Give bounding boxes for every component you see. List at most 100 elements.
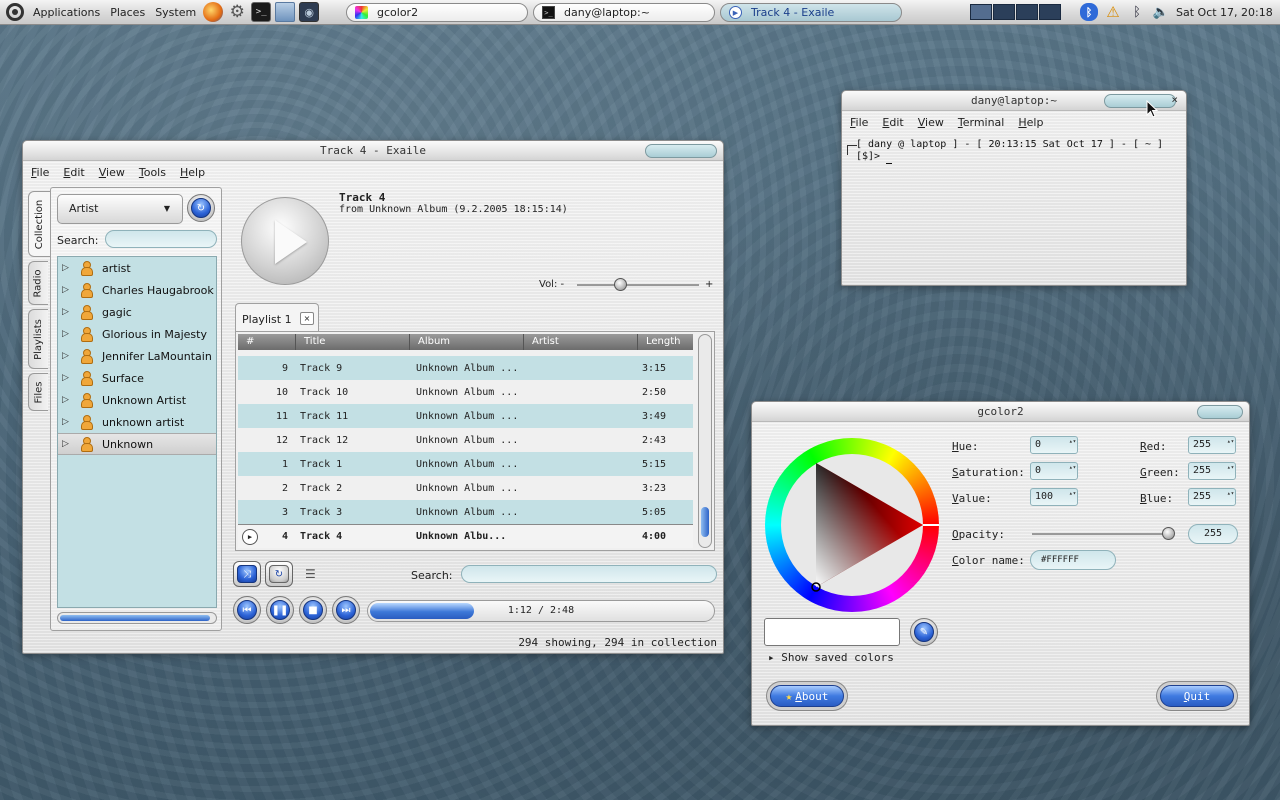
tab-radio[interactable]: Radio [28,261,48,305]
terminal-icon[interactable]: >_ [251,2,272,22]
track-progress-bar[interactable]: 1:12 / 2:48 [367,600,715,622]
tab-playlists[interactable]: Playlists [28,309,48,369]
expander-arrow-icon[interactable]: ▷ [62,373,76,383]
window-controls[interactable] [1197,405,1243,419]
folder-icon[interactable] [275,2,296,22]
workspace-2[interactable] [993,4,1015,20]
collection-mode-select[interactable]: Artist ▼ [57,194,183,224]
expander-arrow-icon[interactable]: ▷ [62,395,76,405]
expander-arrow-icon[interactable]: ▷ [62,285,76,295]
menu-tools[interactable]: Tools [139,166,166,179]
column-artist[interactable]: Artist [524,334,638,350]
close-icon[interactable]: × [1171,94,1178,106]
column-number[interactable]: # [238,334,296,350]
menu-terminal[interactable]: Terminal [958,116,1005,129]
applications-menu[interactable]: Applications [28,0,105,25]
blue-spinner[interactable]: 255 [1188,488,1236,506]
bluetooth-icon[interactable]: ᛒ [1080,3,1098,21]
playlist-row[interactable]: 2 Track 2 Unknown Album ... 3:23 [238,476,693,500]
volume-knob[interactable] [613,278,627,291]
playlist-row[interactable]: 1 Track 1 Unknown Album ... 5:15 [238,452,693,476]
album-cover-play-icon[interactable] [241,197,329,285]
tree-item[interactable]: ▷ unknown artist [58,411,216,433]
playlist-row[interactable]: 12 Track 12 Unknown Album ... 2:43 [238,428,693,452]
scrollbar-thumb[interactable] [60,615,210,621]
bluetooth-applet-icon[interactable]: ᛒ [1128,3,1146,21]
task-exaile[interactable]: ▶ Track 4 - Exaile [720,3,902,22]
next-button[interactable]: ⏭ [332,596,360,624]
tree-item[interactable]: ▷ Charles Haugabrook [58,279,216,301]
ubuntu-logo-icon[interactable] [6,3,24,21]
hue-spinner[interactable]: 0 [1030,436,1078,454]
volume-slider[interactable] [577,284,699,286]
window-controls[interactable] [1104,94,1176,108]
vertical-scrollbar[interactable] [698,334,712,548]
menu-edit[interactable]: Edit [882,116,903,129]
menu-view[interactable]: View [99,166,125,179]
saturation-spinner[interactable]: 0 [1030,462,1078,480]
task-terminal[interactable]: >_ dany@laptop:~ [533,3,715,22]
colorname-input[interactable]: #FFFFFF [1030,550,1116,570]
playlist-row[interactable]: 11 Track 11 Unknown Album ... 3:49 [238,404,693,428]
expander-arrow-icon[interactable]: ▷ [62,263,76,273]
workspace-1[interactable] [970,4,992,20]
places-menu[interactable]: Places [105,0,150,25]
gcolor2-titlebar[interactable]: gcolor2 [752,402,1249,422]
settings-gear-icon[interactable]: ⚙ [227,2,247,22]
tree-item[interactable]: ▷ Jennifer LaMountain [58,345,216,367]
menu-edit[interactable]: Edit [63,166,84,179]
expander-arrow-icon[interactable]: ▷ [62,329,76,339]
hsv-color-wheel[interactable] [765,438,939,612]
quit-button[interactable]: Quit [1160,685,1234,707]
opacity-slider[interactable] [1032,533,1170,535]
previous-button[interactable]: ⏮ [233,596,261,624]
window-controls[interactable] [645,144,717,158]
exaile-titlebar[interactable]: Track 4 - Exaile [23,141,723,161]
red-spinner[interactable]: 255 [1188,436,1236,454]
menu-file[interactable]: File [31,166,49,179]
scrollbar-thumb[interactable] [701,507,709,537]
workspace-4[interactable] [1039,4,1061,20]
playlist-search-input[interactable] [461,565,717,583]
playlist-row[interactable]: 10 Track 10 Unknown Album ... 2:50 [238,380,693,404]
collection-search-input[interactable] [105,230,217,248]
system-menu[interactable]: System [150,0,201,25]
clock[interactable]: Sat Oct 17, 20:18 [1176,0,1273,25]
menu-help[interactable]: Help [1018,116,1043,129]
column-title[interactable]: Title [296,334,410,350]
tree-item[interactable]: ▷ Unknown Artist [58,389,216,411]
expander-arrow-icon[interactable]: ▷ [62,307,76,317]
workspace-3[interactable] [1016,4,1038,20]
queue-list-icon[interactable]: ☰ [305,567,323,581]
pause-button[interactable]: ❚❚ [266,596,294,624]
menu-file[interactable]: File [850,116,868,129]
playlist-row[interactable]: ▶ 4 Track 4 Unknown Albu... 4:00 [238,524,693,548]
opacity-knob[interactable] [1162,527,1175,540]
firefox-icon[interactable] [203,2,224,22]
stop-button[interactable]: ■ [299,596,327,624]
about-button[interactable]: ★ About [770,685,844,707]
playlist-row[interactable]: 9 Track 9 Unknown Album ... 3:15 [238,356,693,380]
close-tab-button[interactable]: × [300,312,314,325]
menu-view[interactable]: View [918,116,944,129]
playlist-row[interactable]: 3 Track 3 Unknown Album ... 5:05 [238,500,693,524]
column-album[interactable]: Album [410,334,524,350]
expander-arrow-icon[interactable]: ▷ [62,439,76,449]
tree-item[interactable]: ▷ gagic [58,301,216,323]
shuffle-button[interactable]: ⤨ [233,561,261,587]
horizontal-scrollbar[interactable] [57,612,217,624]
tree-item[interactable]: ▷ Unknown [58,433,216,455]
show-saved-colors-expander[interactable]: ▸ Show saved colors [768,651,894,664]
menu-help[interactable]: Help [180,166,205,179]
expander-arrow-icon[interactable]: ▷ [62,351,76,361]
refresh-button[interactable]: ↻ [187,194,215,222]
green-spinner[interactable]: 255 [1188,462,1236,480]
task-gcolor2[interactable]: gcolor2 [346,3,528,22]
tree-item[interactable]: ▷ Surface [58,367,216,389]
terminal-output[interactable]: [ dany @ laptop ] - [ 20:13:15 Sat Oct 1… [848,139,1180,279]
screenshot-icon[interactable]: ◉ [299,2,320,22]
opacity-value-field[interactable]: 255 [1188,524,1238,544]
repeat-button[interactable]: ↻ [265,561,293,587]
tab-files[interactable]: Files [28,373,48,411]
value-spinner[interactable]: 100 [1030,488,1078,506]
